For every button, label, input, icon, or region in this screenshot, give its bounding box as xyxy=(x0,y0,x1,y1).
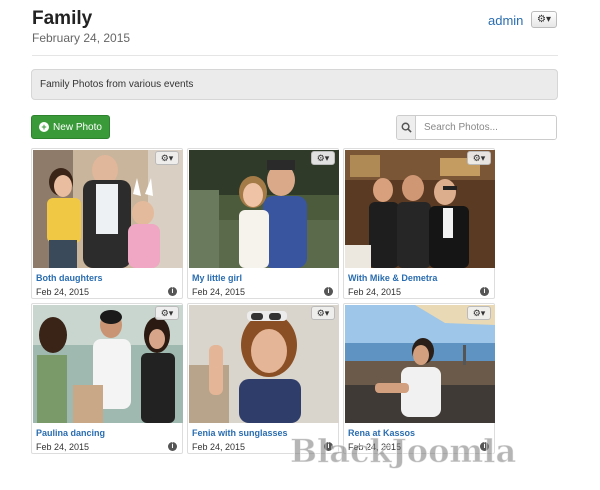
photo-caption[interactable]: Fenia with sunglasses xyxy=(192,428,288,438)
svg-text:BlackJoomla: BlackJoomla xyxy=(290,432,516,470)
photo-date: Feb 24, 2015 xyxy=(36,287,90,297)
photo-options-button[interactable]: ⚙▾ xyxy=(467,306,491,320)
gear-icon: ⚙▾ xyxy=(316,152,330,163)
page-header: Family February 24, 2015 xyxy=(32,8,130,45)
gear-icon: ⚙▾ xyxy=(316,307,330,318)
plus-circle-icon: + xyxy=(39,122,50,132)
photo-date: Feb 24, 2015 xyxy=(348,287,402,297)
photo-date: Feb 24, 2015 xyxy=(192,442,246,452)
new-photo-label: New Photo xyxy=(53,121,102,133)
new-photo-button[interactable]: + New Photo xyxy=(31,115,110,139)
photo-thumbnail[interactable] xyxy=(345,150,495,268)
gear-icon: ⚙▾ xyxy=(537,14,551,25)
album-description: Family Photos from various events xyxy=(31,69,558,100)
photo-thumbnail[interactable] xyxy=(189,150,339,268)
photo-options-button[interactable]: ⚙▾ xyxy=(155,306,179,320)
photo-thumbnail[interactable] xyxy=(345,305,495,423)
photo-grid: ⚙▾ Both daughters Feb 24, 2015 i ⚙▾ My l… xyxy=(31,148,501,458)
photo-caption[interactable]: With Mike & Demetra xyxy=(348,273,437,283)
photo-options-button[interactable]: ⚙▾ xyxy=(311,151,335,165)
page-title: Family xyxy=(32,8,93,29)
photo-thumbnail[interactable] xyxy=(33,305,183,423)
info-icon[interactable]: i xyxy=(480,287,489,296)
photo-card[interactable]: ⚙▾ Both daughters Feb 24, 2015 i xyxy=(31,148,183,299)
photo-caption[interactable]: My little girl xyxy=(192,273,242,283)
gear-icon: ⚙▾ xyxy=(160,307,174,318)
search-button[interactable] xyxy=(397,116,416,139)
photo-options-button[interactable]: ⚙▾ xyxy=(155,151,179,165)
gear-icon: ⚙▾ xyxy=(160,152,174,163)
photo-thumbnail[interactable] xyxy=(189,305,339,423)
photo-date: Feb 24, 2015 xyxy=(192,287,246,297)
photo-card[interactable]: ⚙▾ With Mike & Demetra Feb 24, 2015 i xyxy=(343,148,495,299)
search-input[interactable] xyxy=(416,116,556,139)
gear-icon: ⚙▾ xyxy=(472,152,486,163)
info-icon[interactable]: i xyxy=(324,287,333,296)
gear-icon: ⚙▾ xyxy=(472,307,486,318)
photo-card[interactable]: ⚙▾ My little girl Feb 24, 2015 i xyxy=(187,148,339,299)
user-menu-button[interactable]: ⚙▾ xyxy=(531,11,557,28)
admin-user-link[interactable]: admin xyxy=(488,13,523,28)
search-box xyxy=(396,115,557,140)
album-description-text: Family Photos from various events xyxy=(40,79,194,90)
info-icon[interactable]: i xyxy=(168,442,177,451)
photo-thumbnail[interactable] xyxy=(33,150,183,268)
photo-date: Feb 24, 2015 xyxy=(36,442,90,452)
photo-caption[interactable]: Paulina dancing xyxy=(36,428,105,438)
header-divider xyxy=(32,55,558,56)
page-date: February 24, 2015 xyxy=(32,31,131,45)
watermark-logo: BlackJoomla xyxy=(290,432,517,471)
photo-card[interactable]: ⚙▾ Paulina dancing Feb 24, 2015 i xyxy=(31,303,183,454)
search-icon xyxy=(401,122,412,133)
info-icon[interactable]: i xyxy=(168,287,177,296)
photo-options-button[interactable]: ⚙▾ xyxy=(311,306,335,320)
photo-options-button[interactable]: ⚙▾ xyxy=(467,151,491,165)
photo-caption[interactable]: Both daughters xyxy=(36,273,103,283)
